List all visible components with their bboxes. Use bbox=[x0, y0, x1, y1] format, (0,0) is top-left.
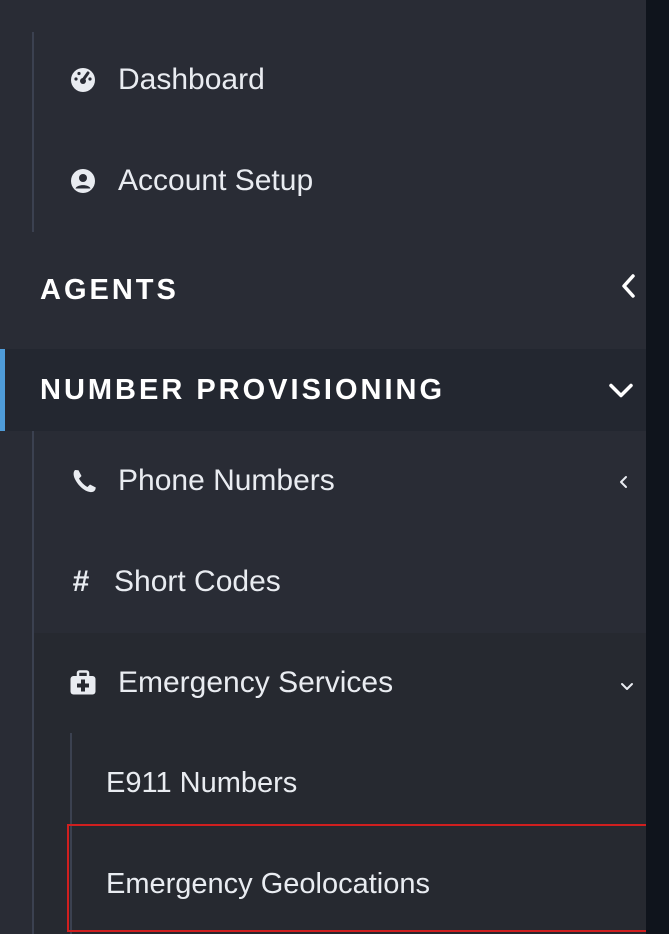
selection-highlight bbox=[67, 824, 666, 932]
section-agents[interactable]: AGENTS bbox=[0, 250, 646, 330]
sidebar-item-label: Emergency Services bbox=[118, 666, 394, 699]
chevron-down-icon bbox=[608, 374, 634, 407]
section-label: AGENTS bbox=[40, 273, 179, 306]
chevron-left-icon bbox=[618, 464, 628, 498]
chevron-left-icon bbox=[620, 273, 636, 307]
phone-icon bbox=[68, 465, 100, 497]
sidebar-item-label: Short Codes bbox=[114, 565, 281, 598]
sidebar: Dashboard Account Setup AGENTS NUMBER PR… bbox=[0, 0, 666, 934]
sidebar-item-account-setup[interactable]: Account Setup bbox=[0, 146, 646, 216]
active-section-indicator bbox=[0, 349, 5, 431]
sidebar-item-dashboard[interactable]: Dashboard bbox=[0, 45, 646, 115]
sidebar-item-label: Account Setup bbox=[118, 164, 314, 197]
sidebar-item-label: Phone Numbers bbox=[118, 464, 335, 497]
sidebar-item-label: E911 Numbers bbox=[106, 766, 298, 799]
sidebar-item-emergency-services[interactable]: Emergency Services bbox=[34, 633, 646, 733]
content-edge bbox=[646, 0, 669, 934]
section-label: NUMBER PROVISIONING bbox=[40, 373, 446, 406]
chevron-down-icon bbox=[620, 666, 634, 700]
hash-icon: # bbox=[72, 565, 90, 598]
user-circle-icon bbox=[66, 164, 100, 198]
section-number-provisioning[interactable]: NUMBER PROVISIONING bbox=[0, 349, 646, 431]
sidebar-item-phone-numbers[interactable]: Phone Numbers bbox=[0, 446, 646, 516]
medkit-icon bbox=[66, 667, 100, 699]
sidebar-item-short-codes[interactable]: # Short Codes bbox=[0, 547, 646, 617]
dashboard-icon bbox=[66, 63, 100, 97]
sidebar-item-e911-numbers[interactable]: E911 Numbers bbox=[34, 747, 646, 819]
sidebar-item-label: Dashboard bbox=[118, 63, 265, 96]
